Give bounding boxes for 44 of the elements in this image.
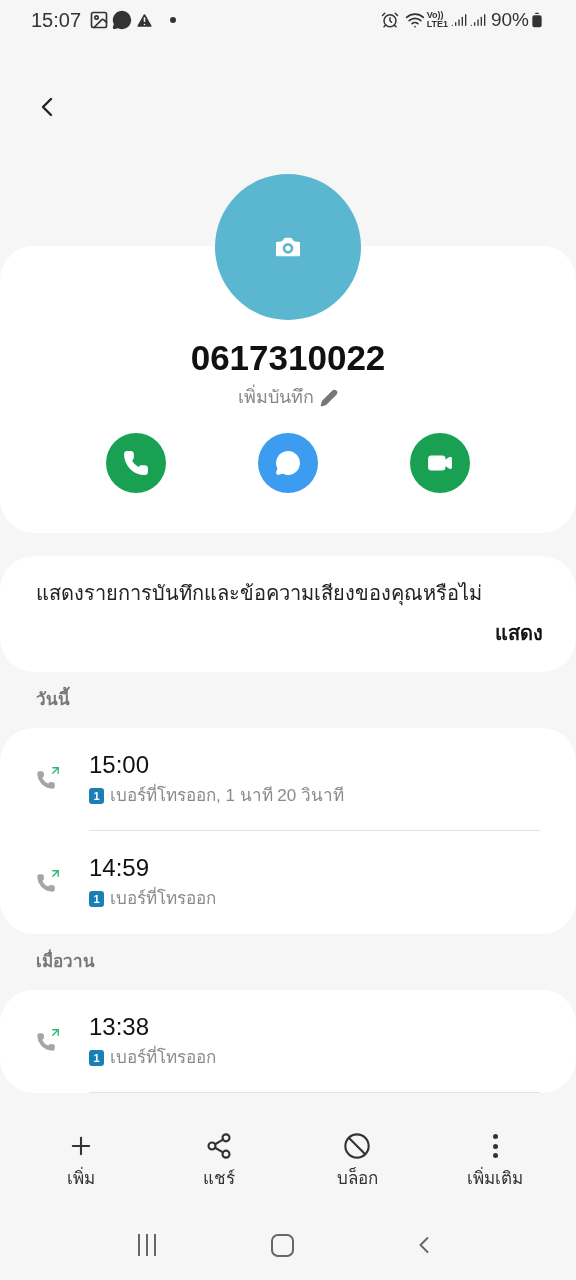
sim-badge: 1 [89, 1049, 104, 1066]
block-icon [343, 1132, 371, 1160]
message-button[interactable] [258, 433, 318, 493]
network-label: LTE1 [426, 20, 448, 29]
block-button[interactable]: บล็อก [302, 1132, 412, 1210]
date-heading: เมื่อวาน [36, 949, 95, 975]
outgoing-call-icon [36, 764, 62, 790]
alarm-icon [380, 11, 399, 29]
more-button[interactable]: เพิ่มเติม [440, 1132, 550, 1210]
recent-apps-icon[interactable] [137, 1234, 156, 1256]
sim-badge: 1 [89, 890, 104, 907]
video-call-button[interactable] [410, 433, 470, 493]
battery-percent: 90% [490, 7, 529, 32]
wifi-icon [404, 10, 425, 30]
phone-number: 0617310022 [190, 338, 386, 378]
call-detail: เบอร์ที่โทรออก [110, 886, 216, 912]
voicemail-prompt: แสดงรายการบันทึกและข้อความเสียงของคุณหรือไม่ [36, 581, 483, 608]
home-icon[interactable] [271, 1233, 295, 1257]
call-button[interactable] [106, 433, 166, 493]
call-time: 15:00 [89, 750, 151, 780]
chat-icon [112, 10, 133, 30]
call-detail: เบอร์ที่โทรออก, 1 นาที 20 วินาที [110, 783, 344, 809]
signal-icon [469, 12, 486, 28]
date-heading: วันนี้ [36, 687, 70, 713]
share-button[interactable]: แชร์ [164, 1132, 274, 1210]
battery-icon [529, 12, 545, 28]
volte-label: Vo)) [426, 11, 444, 20]
phone-icon [123, 450, 149, 476]
signal-icon [450, 12, 467, 28]
sim-badge: 1 [89, 787, 104, 804]
add-note-button[interactable]: เพิ่มบันทึก [238, 384, 338, 411]
outgoing-call-icon [36, 1026, 62, 1052]
pencil-icon [320, 388, 338, 407]
status-time: 15:07 [31, 8, 82, 33]
call-time: 13:38 [89, 1012, 151, 1042]
image-icon [89, 10, 110, 30]
more-icon [492, 1132, 498, 1160]
share-icon [205, 1132, 233, 1160]
outgoing-call-icon [36, 867, 62, 893]
add-button[interactable]: เพิ่ม [26, 1132, 136, 1210]
chat-bubble-icon [275, 450, 301, 476]
show-link[interactable]: แสดง [495, 618, 543, 648]
call-detail: เบอร์ที่โทรออก [110, 1045, 216, 1071]
call-time: 14:59 [89, 853, 151, 883]
